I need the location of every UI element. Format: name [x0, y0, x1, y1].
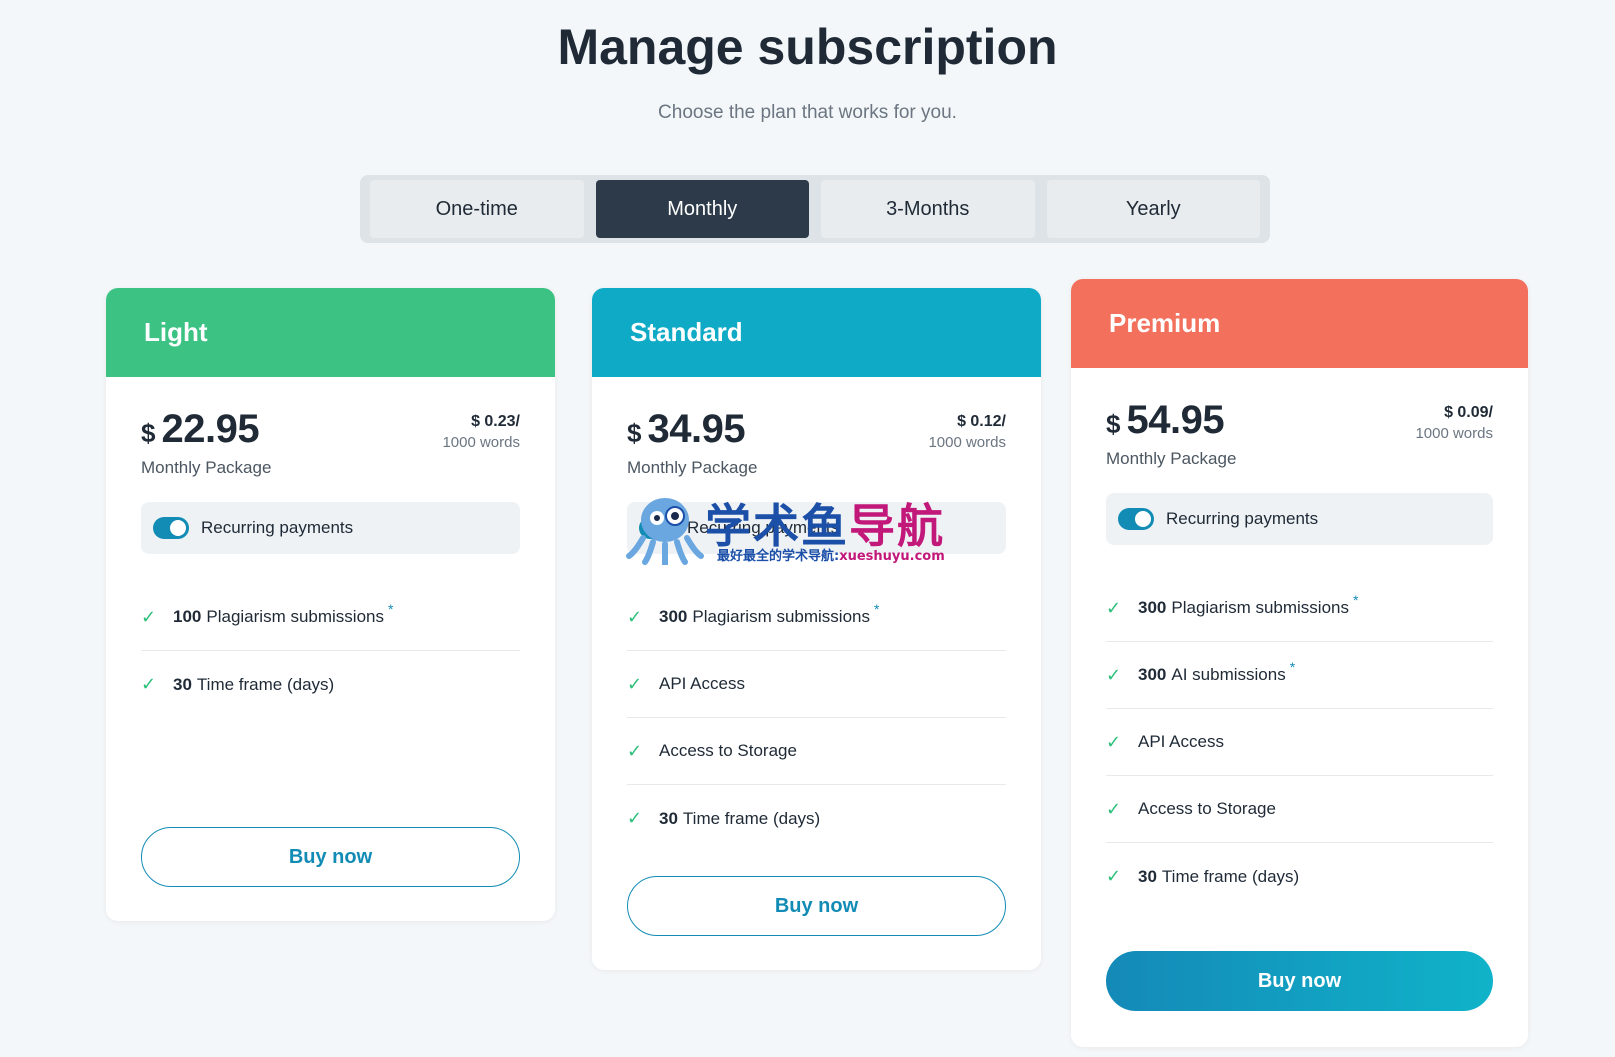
package-label: Monthly Package: [141, 458, 272, 477]
tab-3-months[interactable]: 3-Months: [821, 180, 1035, 238]
asterisk: *: [874, 601, 880, 617]
list-item: ✓ 300 AI submissions *: [1106, 642, 1493, 709]
feature-text: Access to Storage: [659, 741, 797, 760]
list-item: ✓ 300 Plagiarism submissions *: [627, 584, 1006, 651]
feature-count: 30: [1138, 866, 1157, 886]
feature-text: AI submissions: [1171, 665, 1286, 684]
recurring-payments-row: Recurring payments: [141, 502, 520, 554]
unit-price: $ 0.12/ 1000 words: [928, 413, 1006, 451]
asterisk: *: [1353, 592, 1359, 608]
plan-card-standard: Standard $ 34.95 Monthly Package $ 0.12/…: [592, 288, 1041, 970]
plan-card-premium: Premium $ 54.95 Monthly Package $ 0.09/ …: [1071, 279, 1528, 1047]
check-icon: ✓: [1106, 798, 1122, 819]
feature-count: 100: [173, 607, 202, 626]
feature-text: Time frame (days): [1161, 866, 1300, 886]
list-item: ✓ Access to Storage: [627, 718, 1006, 785]
recurring-label: Recurring payments: [1166, 509, 1319, 528]
recurring-toggle[interactable]: [1118, 508, 1154, 530]
watermark-subtitle: 最好最全的学术导航:xueshuyu.com: [717, 549, 945, 564]
unit-price-value: $ 0.09/: [1444, 404, 1493, 421]
feature-count: 300: [659, 607, 688, 626]
buy-now-button[interactable]: Buy now: [1106, 951, 1493, 1011]
plan-price: 22.95: [161, 407, 260, 451]
feature-list: ✓ 300 Plagiarism submissions * ✓ API Acc…: [627, 584, 1006, 852]
check-icon: ✓: [627, 673, 643, 694]
buy-now-button[interactable]: Buy now: [141, 827, 520, 887]
package-label: Monthly Package: [627, 458, 758, 477]
feature-text: Plagiarism submissions: [206, 607, 384, 626]
list-item: ✓ 100 Plagiarism submissions *: [141, 584, 520, 651]
check-icon: ✓: [141, 674, 157, 694]
package-label: Monthly Package: [1106, 449, 1237, 468]
feature-count: 30: [659, 808, 678, 828]
buy-now-button[interactable]: Buy now: [627, 876, 1006, 936]
feature-text: Plagiarism submissions: [1171, 598, 1349, 617]
currency-symbol: $: [1106, 409, 1121, 439]
list-item: ✓ API Access: [627, 651, 1006, 718]
tab-monthly[interactable]: Monthly: [595, 180, 809, 238]
recurring-payments-row: Recurring payments: [1106, 493, 1493, 545]
plan-name: Standard: [592, 288, 1041, 377]
check-icon: ✓: [1106, 866, 1122, 886]
feature-list: ✓ 300 Plagiarism submissions * ✓ 300 AI …: [1106, 575, 1493, 910]
asterisk: *: [1289, 659, 1296, 675]
page-subtitle: Choose the plan that works for you.: [658, 102, 957, 123]
currency-symbol: $: [141, 418, 156, 448]
list-item: ✓ 30 Time frame (days): [627, 785, 1006, 852]
feature-count: 300: [1138, 598, 1167, 617]
unit-price-words: 1000 words: [1415, 425, 1493, 442]
feature-text: API Access: [659, 674, 745, 693]
unit-price-value: $ 0.12/: [957, 413, 1006, 430]
feature-text: Access to Storage: [1138, 799, 1276, 818]
tab-one-time[interactable]: One-time: [370, 180, 584, 238]
list-item: ✓ 30 Time frame (days): [141, 651, 520, 718]
asterisk: *: [388, 601, 394, 617]
feature-text: Time frame (days): [682, 808, 821, 828]
unit-price-words: 1000 words: [928, 434, 1006, 451]
tab-yearly[interactable]: Yearly: [1046, 180, 1260, 238]
octopus-icon: [626, 498, 704, 565]
plan-price: 34.95: [647, 407, 746, 451]
recurring-toggle[interactable]: [153, 517, 189, 539]
page-title: Manage subscription: [557, 19, 1058, 75]
plan-name: Light: [106, 288, 555, 377]
unit-price: $ 0.23/ 1000 words: [442, 413, 520, 451]
watermark-logo: 学术鱼导航 最好最全的学术导航:xueshuyu.com: [625, 490, 975, 565]
unit-price-words: 1000 words: [442, 434, 520, 451]
check-icon: ✓: [627, 606, 643, 627]
list-item: ✓ API Access: [1106, 709, 1493, 776]
check-icon: ✓: [627, 808, 643, 828]
list-item: ✓ 30 Time frame (days): [1106, 843, 1493, 910]
check-icon: ✓: [141, 606, 157, 627]
feature-count: 300: [1138, 665, 1167, 684]
check-icon: ✓: [627, 740, 643, 761]
plan-price: 54.95: [1126, 398, 1225, 442]
recurring-label: Recurring payments: [201, 518, 354, 537]
plan-card-light: Light $ 22.95 Monthly Package $ 0.23/ 10…: [106, 288, 555, 921]
check-icon: ✓: [1106, 664, 1122, 685]
check-icon: ✓: [1106, 597, 1122, 618]
unit-price-value: $ 0.23/: [471, 413, 520, 430]
feature-text: Plagiarism submissions: [692, 607, 870, 626]
list-item: ✓ 300 Plagiarism submissions *: [1106, 575, 1493, 642]
list-item: ✓ Access to Storage: [1106, 776, 1493, 843]
feature-count: 30: [173, 674, 192, 694]
feature-text: Time frame (days): [196, 674, 335, 694]
feature-list: ✓ 100 Plagiarism submissions * ✓ 30 Time…: [141, 584, 520, 718]
billing-period-tabs: One-time Monthly 3-Months Yearly: [360, 175, 1270, 243]
currency-symbol: $: [627, 418, 642, 448]
plan-name: Premium: [1071, 279, 1528, 368]
unit-price: $ 0.09/ 1000 words: [1415, 404, 1493, 442]
check-icon: ✓: [1106, 731, 1122, 752]
feature-text: API Access: [1138, 732, 1224, 751]
